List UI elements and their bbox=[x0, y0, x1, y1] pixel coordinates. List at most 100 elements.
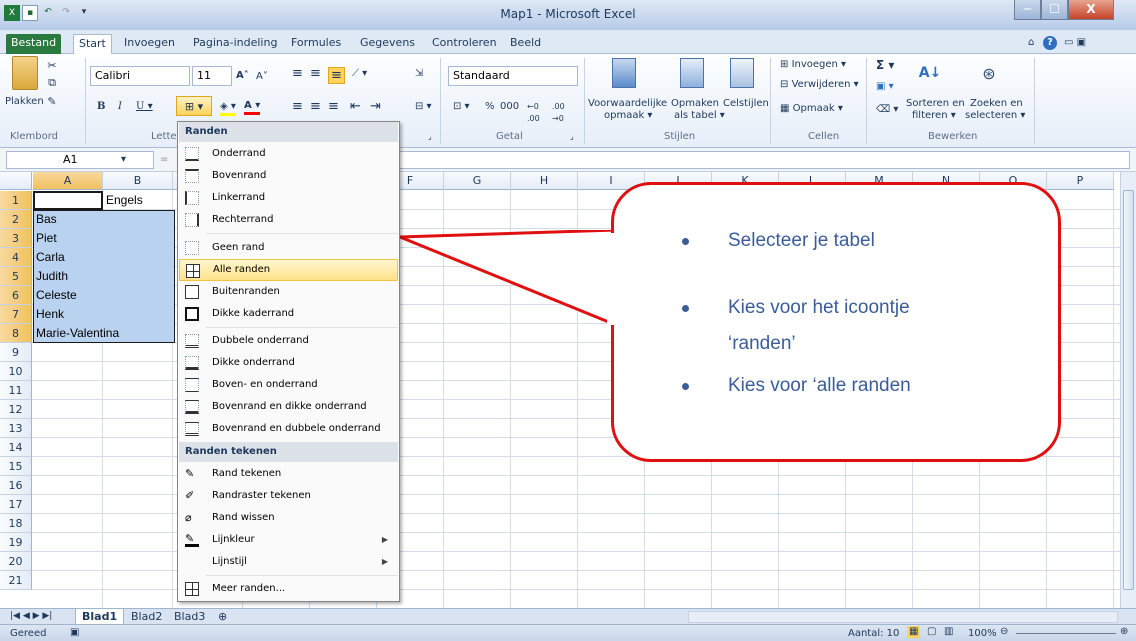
menu-item-dikke-kaderrand[interactable]: Dikke kaderrand bbox=[179, 303, 398, 325]
shrink-font-icon[interactable]: A˅ bbox=[256, 71, 268, 83]
conditional-formatting-icon[interactable] bbox=[612, 58, 636, 88]
macro-record-icon[interactable]: ▣ bbox=[70, 627, 79, 639]
italic-button[interactable]: I bbox=[118, 101, 122, 113]
increase-decimal-icon[interactable]: ←0.00 bbox=[527, 101, 540, 125]
align-top-icon[interactable]: ≡ bbox=[292, 67, 303, 80]
cell-A2[interactable]: Bas bbox=[33, 210, 57, 229]
merge-center-icon[interactable]: ⊟ ▾ bbox=[415, 101, 432, 113]
menu-item-buitenranden[interactable]: Buitenranden bbox=[179, 281, 398, 303]
sheet-nav-icon[interactable]: |◀ ◀ ▶ ▶| bbox=[4, 609, 58, 625]
thousands-button[interactable]: 000 bbox=[500, 101, 519, 113]
row-header-15[interactable]: 15 bbox=[0, 457, 32, 476]
menu-item-lijnstijl[interactable]: Lijnstijl ▶ bbox=[179, 551, 398, 573]
minimize-button[interactable]: ─ bbox=[1014, 0, 1041, 20]
delete-cells-button[interactable]: ⊟ Verwijderen ▾ bbox=[780, 79, 859, 91]
format-as-table-icon[interactable] bbox=[680, 58, 704, 88]
conditional-formatting-button[interactable]: Voorwaardelijke bbox=[588, 98, 667, 110]
column-header-G[interactable]: G bbox=[444, 172, 511, 190]
column-header-H[interactable]: H bbox=[511, 172, 578, 190]
menu-item-boven-en-onderrand[interactable]: Boven- en onderrand bbox=[179, 374, 398, 396]
align-center-icon[interactable]: ≡ bbox=[310, 100, 321, 113]
row-header-14[interactable]: 14 bbox=[0, 438, 32, 457]
paste-icon[interactable] bbox=[12, 56, 38, 90]
name-box[interactable]: A1 bbox=[6, 151, 154, 169]
row-header-5[interactable]: 5 bbox=[0, 267, 32, 286]
cell-A7[interactable]: Henk bbox=[33, 305, 64, 324]
borders-button[interactable]: ⊞ ▾ bbox=[176, 96, 212, 116]
menu-item-randraster-tekenen[interactable]: ✐ Randraster tekenen bbox=[179, 485, 398, 507]
row-header-19[interactable]: 19 bbox=[0, 533, 32, 552]
find-select-dropdown[interactable]: selecteren ▾ bbox=[965, 110, 1025, 122]
fill-color-icon[interactable]: ◈ ▾ bbox=[220, 101, 236, 116]
menu-item-alle-randen[interactable]: Alle randen bbox=[179, 259, 398, 281]
orientation-icon[interactable]: ⟋ ▾ bbox=[352, 68, 367, 80]
copy-icon[interactable]: ⧉ bbox=[45, 76, 59, 90]
increase-indent-icon[interactable]: ⇥ bbox=[370, 100, 381, 113]
row-header-11[interactable]: 11 bbox=[0, 381, 32, 400]
menu-item-bovenrand-dikke-onderrand[interactable]: Bovenrand en dikke onderrand bbox=[179, 396, 398, 418]
alignment-launcher-icon[interactable]: ⌟ bbox=[428, 131, 432, 143]
menu-item-meer-randen[interactable]: Meer randen... bbox=[179, 578, 398, 600]
select-all-corner[interactable] bbox=[0, 172, 32, 190]
cell-A5[interactable]: Judith bbox=[33, 267, 68, 286]
conditional-formatting-dropdown[interactable]: opmaak ▾ bbox=[604, 110, 652, 122]
currency-icon[interactable]: ⊡ ▾ bbox=[453, 101, 470, 113]
menu-item-dikke-onderrand[interactable]: Dikke onderrand bbox=[179, 352, 398, 374]
align-right-icon[interactable]: ≡ bbox=[328, 100, 339, 113]
insert-cells-button[interactable]: ⊞ Invoegen ▾ bbox=[780, 59, 846, 71]
scrollbar-thumb[interactable] bbox=[1123, 190, 1134, 590]
menu-item-lijnkleur[interactable]: ✎ Lijnkleur ▶ bbox=[179, 529, 398, 551]
row-header-7[interactable]: 7 bbox=[0, 305, 32, 324]
tab-bestand[interactable]: Bestand bbox=[6, 34, 62, 54]
row-header-4[interactable]: 4 bbox=[0, 248, 32, 267]
close-button[interactable]: X bbox=[1068, 0, 1114, 20]
row-header-12[interactable]: 12 bbox=[0, 400, 32, 419]
maximize-button[interactable]: ☐ bbox=[1041, 0, 1068, 20]
minimize-ribbon-icon[interactable]: ⌂ bbox=[1028, 37, 1034, 49]
percent-button[interactable]: % bbox=[485, 101, 495, 113]
cut-icon[interactable]: ✂ bbox=[45, 58, 59, 72]
format-painter-icon[interactable]: ✎ bbox=[45, 94, 59, 108]
page-break-view-icon[interactable]: ▥ bbox=[944, 626, 953, 638]
menu-item-bovenrand[interactable]: Bovenrand bbox=[179, 165, 398, 187]
zoom-out-icon[interactable]: ⊖ bbox=[1000, 626, 1008, 638]
sheet-tab-blad2[interactable]: Blad2 bbox=[125, 609, 168, 625]
row-header-18[interactable]: 18 bbox=[0, 514, 32, 533]
font-name-select[interactable]: Calibri bbox=[90, 66, 190, 86]
clear-icon[interactable]: ⌫ ▾ bbox=[876, 104, 898, 116]
menu-item-geen-rand[interactable]: Geen rand bbox=[179, 237, 398, 259]
row-header-10[interactable]: 10 bbox=[0, 362, 32, 381]
grow-font-icon[interactable]: A˄ bbox=[236, 70, 249, 82]
cell-A3[interactable]: Piet bbox=[33, 229, 57, 248]
menu-item-rand-wissen[interactable]: ⌀ Rand wissen bbox=[179, 507, 398, 529]
format-cells-button[interactable]: ▦ Opmaak ▾ bbox=[780, 103, 843, 115]
decrease-decimal-icon[interactable]: .00 →0 bbox=[552, 101, 565, 125]
autosum-icon[interactable]: Σ ▾ bbox=[876, 59, 894, 71]
format-as-table-button[interactable]: Opmaken bbox=[671, 98, 719, 110]
cell-styles-button[interactable]: Celstijlen bbox=[723, 98, 769, 110]
name-box-dropdown-icon[interactable]: ▾ bbox=[121, 154, 126, 166]
row-header-6[interactable]: 6 bbox=[0, 286, 32, 305]
menu-item-rand-tekenen[interactable]: ✎ Rand tekenen bbox=[179, 463, 398, 485]
bold-button[interactable]: B bbox=[97, 101, 105, 113]
align-middle-icon[interactable]: ≡ bbox=[310, 67, 321, 80]
row-header-17[interactable]: 17 bbox=[0, 495, 32, 514]
wrap-text-icon[interactable]: ⇲ bbox=[415, 68, 423, 80]
zoom-slider[interactable] bbox=[1016, 633, 1116, 634]
menu-item-rechterrand[interactable]: Rechterrand bbox=[179, 209, 398, 231]
align-bottom-icon[interactable]: ≡ bbox=[328, 67, 345, 84]
menu-item-linkerrand[interactable]: Linkerrand bbox=[179, 187, 398, 209]
fill-icon[interactable]: ▣ ▾ bbox=[876, 81, 894, 93]
font-color-icon[interactable]: A ▾ bbox=[244, 100, 261, 115]
tab-pagina-indeling[interactable]: Pagina-indeling bbox=[188, 34, 282, 54]
cell-A8[interactable]: Marie-Valentina bbox=[33, 324, 119, 343]
row-header-8[interactable]: 8 bbox=[0, 324, 32, 343]
find-select-icon[interactable]: ⊛ bbox=[977, 58, 1001, 88]
cell-styles-icon[interactable] bbox=[730, 58, 754, 88]
sort-filter-dropdown[interactable]: filteren ▾ bbox=[912, 110, 956, 122]
menu-item-onderrand[interactable]: Onderrand bbox=[179, 143, 398, 165]
cell-B1[interactable]: Engels bbox=[103, 191, 173, 210]
row-header-9[interactable]: 9 bbox=[0, 343, 32, 362]
format-as-table-dropdown[interactable]: als tabel ▾ bbox=[674, 110, 725, 122]
number-format-select[interactable]: Standaard bbox=[448, 66, 578, 86]
